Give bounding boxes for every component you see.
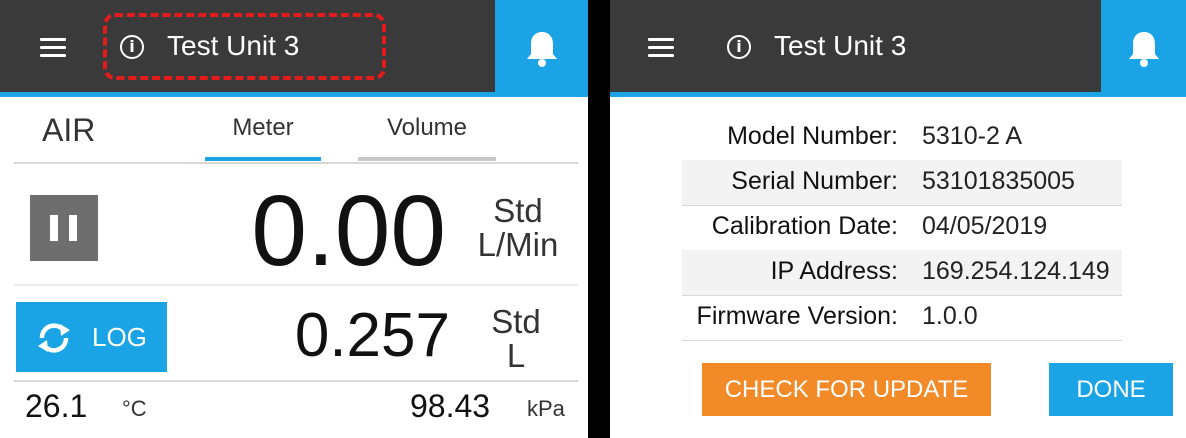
alerts-button[interactable]: [495, 0, 588, 97]
info-value: 53101835005: [922, 167, 1075, 195]
volume-value: 0.257: [294, 301, 450, 370]
info-icon[interactable]: i: [727, 35, 751, 59]
pause-icon: [50, 215, 58, 241]
info-row-model: Model Number: 5310-2 A: [682, 115, 1122, 161]
bell-icon: [1128, 31, 1159, 67]
volume-unit: Std L: [491, 303, 541, 374]
bell-icon: [526, 31, 557, 67]
divider: [14, 284, 578, 286]
log-label: LOG: [92, 322, 147, 352]
info-row-serial: Serial Number: 53101835005: [682, 160, 1122, 206]
sync-icon: [38, 323, 70, 353]
info-label: Serial Number:: [731, 167, 898, 195]
done-button[interactable]: DONE: [1049, 363, 1173, 416]
info-value: 5310-2 A: [922, 122, 1023, 150]
tab-volume[interactable]: Volume: [358, 114, 496, 142]
hamburger-icon[interactable]: [40, 38, 66, 58]
device-info-screen: i Test Unit 3 Model Number: 5310-2 A Ser…: [610, 0, 1186, 438]
temperature-value: 26.1: [25, 388, 88, 424]
log-button[interactable]: LOG: [16, 302, 167, 372]
title-highlight-box: [103, 13, 386, 80]
alerts-button[interactable]: [1101, 0, 1186, 97]
info-label: Model Number:: [727, 122, 898, 150]
temperature-unit: °C: [122, 396, 147, 421]
tab-meter[interactable]: Meter: [205, 114, 321, 142]
info-label: Calibration Date:: [711, 212, 898, 240]
tab-volume-indicator: [358, 157, 496, 161]
mode-label: AIR: [42, 112, 96, 148]
info-value: 1.0.0: [922, 302, 978, 330]
panel-separator: [588, 0, 610, 438]
divider: [14, 380, 578, 382]
flow-unit: Std L/Min: [477, 192, 559, 263]
info-row-ip: IP Address: 169.254.124.149: [682, 250, 1122, 296]
info-value: 169.254.124.149: [922, 257, 1110, 285]
pressure-value: 98.43: [410, 388, 491, 424]
info-label: IP Address:: [770, 257, 898, 285]
device-title[interactable]: Test Unit 3: [774, 31, 906, 61]
info-label: Firmware Version:: [696, 302, 898, 330]
header-accent-line: [610, 92, 1186, 97]
info-row-firmware: Firmware Version: 1.0.0: [682, 295, 1122, 341]
tab-meter-indicator: [205, 157, 321, 161]
pressure-unit: kPa: [527, 396, 565, 421]
check-for-update-button[interactable]: CHECK FOR UPDATE: [702, 363, 991, 416]
info-value: 04/05/2019: [922, 212, 1048, 240]
info-row-calibration: Calibration Date: 04/05/2019: [682, 205, 1122, 251]
hamburger-icon[interactable]: [648, 38, 674, 58]
flow-value: 0.00: [251, 175, 446, 287]
meter-screen: i Test Unit 3 AIR Meter Volume 0.00 Std …: [0, 0, 588, 438]
pause-button[interactable]: [30, 195, 98, 261]
divider: [14, 162, 578, 164]
